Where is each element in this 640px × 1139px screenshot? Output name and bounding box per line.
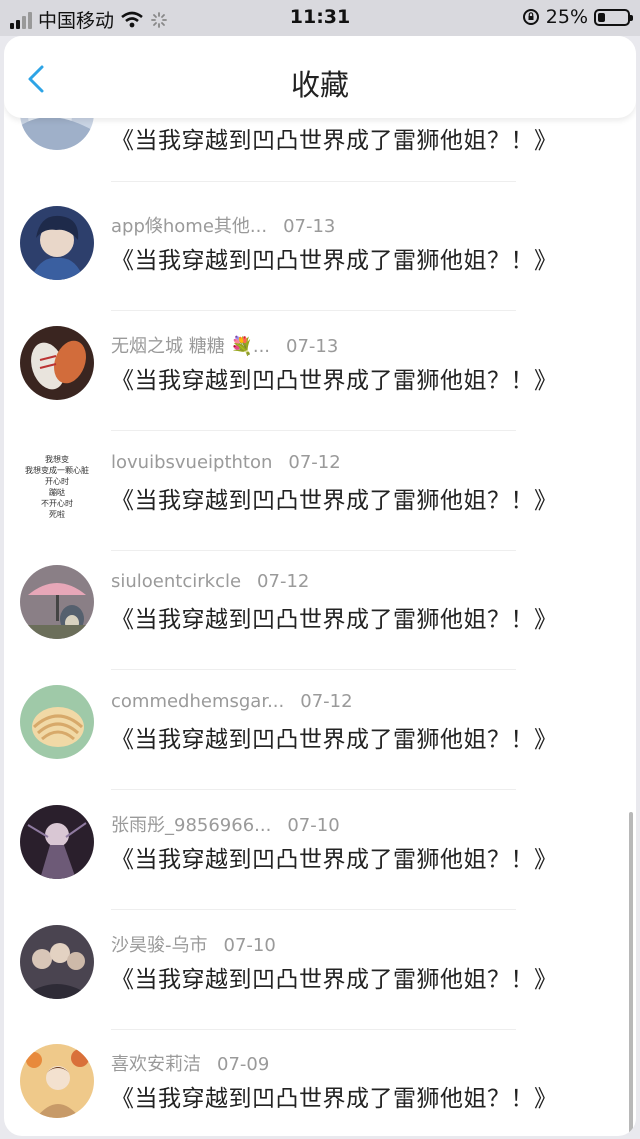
- item-date: 07-12: [300, 691, 353, 712]
- author-name[interactable]: lovuibsvueipthton: [111, 452, 272, 473]
- item-date: 07-13: [286, 336, 339, 357]
- avatar[interactable]: [20, 326, 94, 400]
- avatar-text-line: 不开心时: [41, 499, 73, 508]
- item-meta: 无烟之城 糖糖 💐... 07-13: [111, 332, 338, 358]
- avatar[interactable]: [20, 206, 94, 280]
- row-divider: [111, 669, 516, 670]
- battery-level: [598, 12, 605, 22]
- scrollbar[interactable]: [629, 812, 633, 1134]
- item-title[interactable]: 《当我穿越到凹凸世界成了雷狮他姐？！》: [111, 720, 558, 754]
- row-divider: [111, 310, 516, 311]
- row-divider: [111, 550, 516, 551]
- list-item[interactable]: commedhemsgar... 07-12 《当我穿越到凹凸世界成了雷狮他姐？！》: [4, 679, 636, 799]
- status-bar: 中国移动 11:31 25%: [0, 0, 640, 36]
- item-date: 07-09: [217, 1054, 270, 1075]
- item-meta: app倏home其他... 07-13: [111, 212, 335, 238]
- item-title[interactable]: 《当我穿越到凹凸世界成了雷狮他姐？！》: [111, 1079, 558, 1113]
- item-meta: 喜欢安莉洁 07-09: [111, 1050, 269, 1076]
- author-name[interactable]: app倏home其他...: [111, 216, 267, 237]
- list-item[interactable]: siuloentcirkcle 07-12 《当我穿越到凹凸世界成了雷狮他姐？！》: [4, 559, 636, 679]
- item-meta: siuloentcirkcle 07-12: [111, 571, 309, 592]
- item-date: 07-12: [288, 452, 341, 473]
- avatar-text-line: 我想变: [45, 455, 69, 464]
- item-date: 07-12: [257, 571, 310, 592]
- item-title[interactable]: 《当我穿越到凹凸世界成了雷狮他姐？！》: [111, 121, 558, 155]
- row-divider: [111, 181, 516, 182]
- item-meta: 张雨彤_9856966... 07-10: [111, 811, 340, 837]
- item-date: 07-13: [283, 216, 336, 237]
- author-name[interactable]: 张雨彤_9856966...: [111, 815, 271, 836]
- list-item[interactable]: 沙昊骏-乌市 07-10 《当我穿越到凹凸世界成了雷狮他姐？！》: [4, 919, 636, 1039]
- item-date: 07-10: [223, 935, 276, 956]
- row-divider: [111, 1029, 516, 1030]
- nav-bar: 收藏: [4, 36, 636, 118]
- item-meta: commedhemsgar... 07-12: [111, 691, 353, 712]
- list-item[interactable]: 我想变我想变成一颗心脏 开心时蹦哒不开心时死啦 lovuibsvueipthton 0…: [4, 440, 636, 560]
- battery-percent: 25%: [545, 6, 588, 28]
- item-title[interactable]: 《当我穿越到凹凸世界成了雷狮他姐？！》: [111, 840, 558, 874]
- avatar[interactable]: [20, 565, 94, 639]
- author-name[interactable]: 沙昊骏-乌市: [111, 935, 208, 956]
- avatar-text-line: 开心时: [45, 477, 69, 486]
- author-name[interactable]: 无烟之城 糖糖 💐...: [111, 336, 270, 357]
- item-date: 07-10: [287, 815, 340, 836]
- item-title[interactable]: 《当我穿越到凹凸世界成了雷狮他姐？！》: [111, 960, 558, 994]
- row-divider: [111, 909, 516, 910]
- avatar[interactable]: [20, 685, 94, 759]
- avatar-text-line: 我想变成一颗心脏: [25, 466, 89, 475]
- item-meta: 沙昊骏-乌市 07-10: [111, 931, 276, 957]
- row-divider: [111, 789, 516, 790]
- battery-icon: [594, 8, 633, 26]
- back-chevron-icon[interactable]: [24, 64, 48, 94]
- rotation-lock-icon: [522, 9, 539, 25]
- avatar[interactable]: 我想变我想变成一颗心脏 开心时蹦哒不开心时死啦: [20, 446, 94, 520]
- item-title[interactable]: 《当我穿越到凹凸世界成了雷狮他姐？！》: [111, 241, 558, 275]
- avatar[interactable]: [20, 1044, 94, 1118]
- status-right: 25%: [522, 6, 633, 28]
- item-title[interactable]: 《当我穿越到凹凸世界成了雷狮他姐？！》: [111, 361, 558, 395]
- row-divider: [111, 430, 516, 431]
- avatar-text-line: 死啦: [49, 510, 65, 519]
- page-title: 收藏: [290, 68, 349, 102]
- author-name[interactable]: commedhemsgar...: [111, 691, 284, 712]
- list-item[interactable]: 张雨彤_9856966... 07-10 《当我穿越到凹凸世界成了雷狮他姐？！》: [4, 799, 636, 919]
- item-title[interactable]: 《当我穿越到凹凸世界成了雷狮他姐？！》: [111, 600, 558, 634]
- avatar[interactable]: [20, 805, 94, 879]
- avatar-text-line: 蹦哒: [49, 488, 65, 497]
- item-title[interactable]: 《当我穿越到凹凸世界成了雷狮他姐？！》: [111, 481, 558, 515]
- list-item[interactable]: app倏home其他... 07-13 《当我穿越到凹凸世界成了雷狮他姐？！》: [4, 200, 636, 320]
- list-item[interactable]: 无烟之城 糖糖 💐... 07-13 《当我穿越到凹凸世界成了雷狮他姐？！》: [4, 320, 636, 440]
- avatar[interactable]: [20, 925, 94, 999]
- item-meta: lovuibsvueipthton 07-12: [111, 452, 341, 473]
- favorites-page: 《当我穿越到凹凸世界成了雷狮他姐？！》 app倏home其他... 07-13 《当我…: [4, 36, 636, 1136]
- author-name[interactable]: siuloentcirkcle: [111, 571, 241, 592]
- author-name[interactable]: 喜欢安莉洁: [111, 1054, 201, 1075]
- list-item[interactable]: 喜欢安莉洁 07-09 《当我穿越到凹凸世界成了雷狮他姐？！》: [4, 1038, 636, 1136]
